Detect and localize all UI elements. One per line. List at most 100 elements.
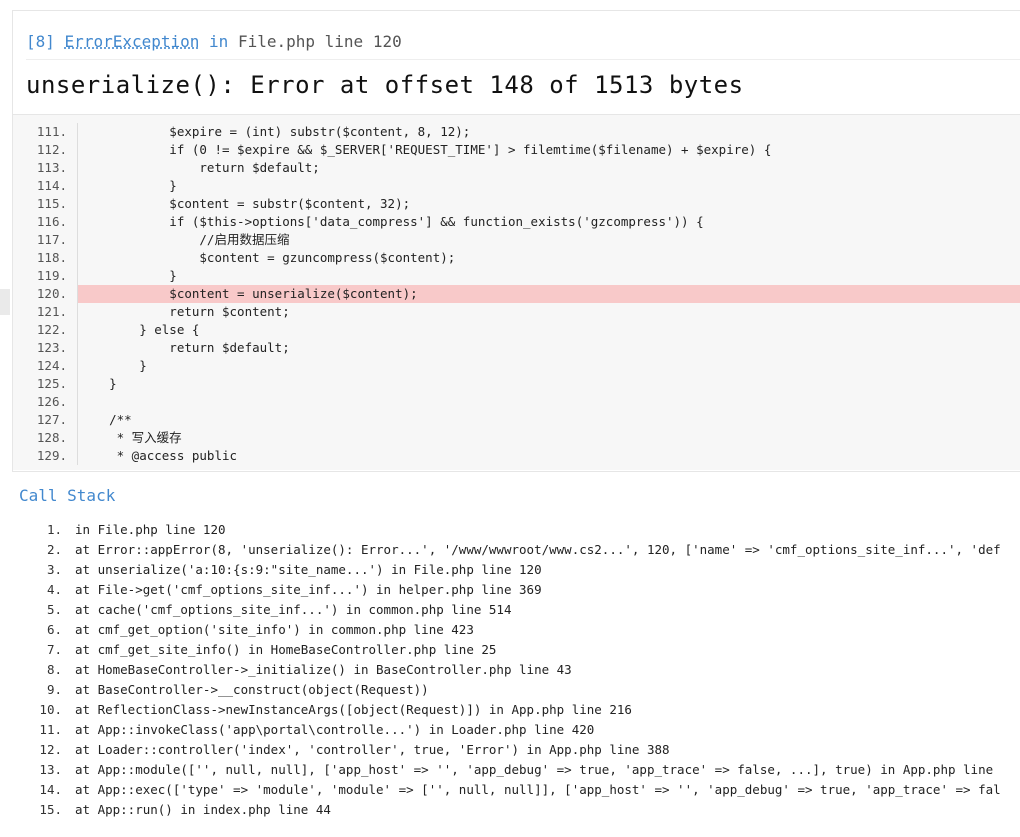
line-code: $expire = (int) substr($content, 8, 12); [79, 124, 471, 139]
call-stack-index: 12. [39, 742, 62, 757]
line-code: $content = substr($content, 32); [79, 196, 411, 211]
code-line: 117. //启用数据压缩 [13, 231, 1020, 249]
gutter-divider [77, 393, 78, 411]
call-stack-item: 9. at BaseController->__construct(object(… [0, 680, 1020, 700]
call-stack-item: 5. at cache('cmf_options_site_inf...') in… [0, 600, 1020, 620]
call-stack-item: 15. at App::run() in index.php line 44 [0, 800, 1020, 820]
line-number: 120. [36, 286, 67, 301]
line-number: 123. [36, 340, 67, 355]
call-stack-frame: at BaseController->__construct(object(Re… [75, 682, 429, 697]
call-stack-frame: at Error::appError(8, 'unserialize(): Er… [75, 542, 1001, 557]
exception-class-link[interactable]: ErrorException [65, 32, 200, 51]
line-number: 121. [36, 304, 67, 319]
gutter-divider [77, 123, 78, 141]
line-code: return $default; [79, 340, 290, 355]
code-line: 111. $expire = (int) substr($content, 8,… [13, 123, 1020, 141]
call-stack-index: 8. [46, 662, 62, 677]
call-stack-frame: at App::exec(['type' => 'module', 'modul… [75, 782, 1001, 797]
call-stack-index: 1. [46, 522, 62, 537]
code-line: 127. /** [13, 411, 1020, 429]
code-line: 119. } [13, 267, 1020, 285]
gutter-divider [77, 177, 78, 195]
code-line: 114. } [13, 177, 1020, 195]
code-line: 116. if ($this->options['data_compress']… [13, 213, 1020, 231]
call-stack-frame: at cmf_get_option('site_info') in common… [75, 622, 474, 637]
call-stack-item: 13. at App::module(['', null, null], ['ap… [0, 760, 1020, 780]
line-code: } else { [79, 322, 200, 337]
call-stack-item: 14. at App::exec(['type' => 'module', 'mo… [0, 780, 1020, 800]
call-stack-frame: at cache('cmf_options_site_inf...') in c… [75, 602, 512, 617]
line-number: 117. [36, 232, 67, 247]
line-code: if (0 != $expire && $_SERVER['REQUEST_TI… [79, 142, 772, 157]
code-line: 115. $content = substr($content, 32); [13, 195, 1020, 213]
call-stack-frame: at App::run() in index.php line 44 [75, 802, 331, 817]
call-stack-frame: at App::module(['', null, null], ['app_h… [75, 762, 994, 777]
gutter-divider [77, 267, 78, 285]
code-line: 120. $content = unserialize($content); [13, 285, 1020, 303]
call-stack-frame: at HomeBaseController->_initialize() in … [75, 662, 572, 677]
call-stack-index: 11. [39, 722, 62, 737]
line-code: $content = gzuncompress($content); [79, 250, 456, 265]
line-code: * 写入缓存 [79, 430, 182, 445]
code-line: 121. return $content; [13, 303, 1020, 321]
code-line: 122. } else { [13, 321, 1020, 339]
line-code: //启用数据压缩 [79, 232, 290, 247]
code-line: 123. return $default; [13, 339, 1020, 357]
code-line: 126. [13, 393, 1020, 411]
call-stack-index: 10. [39, 702, 62, 717]
call-stack-item: 4. at File->get('cmf_options_site_inf...'… [0, 580, 1020, 600]
code-line: 125. } [13, 375, 1020, 393]
code-line: 113. return $default; [13, 159, 1020, 177]
call-stack-item: 11. at App::invokeClass('app\portal\contr… [0, 720, 1020, 740]
line-code: } [79, 178, 177, 193]
exception-panel: [8] ErrorException in File.php line 120 … [12, 10, 1020, 472]
line-number: 127. [36, 412, 67, 427]
call-stack-index: 14. [39, 782, 62, 797]
call-stack-item: 8. at HomeBaseController->_initialize() i… [0, 660, 1020, 680]
gutter-divider [77, 159, 78, 177]
call-stack-title: Call Stack [19, 486, 116, 505]
call-stack-index: 6. [46, 622, 62, 637]
call-stack-index: 7. [46, 642, 62, 657]
code-line: 128. * 写入缓存 [13, 429, 1020, 447]
code-line: 112. if (0 != $expire && $_SERVER['REQUE… [13, 141, 1020, 159]
line-number: 111. [36, 124, 67, 139]
code-line: 129. * @access public [13, 447, 1020, 465]
source-code-block: 111. $expire = (int) substr($content, 8,… [13, 114, 1020, 470]
call-stack-frame: at App::invokeClass('app\portal\controll… [75, 722, 595, 737]
line-code: * @access public [79, 448, 238, 463]
line-code: } [79, 268, 177, 283]
call-stack-frame: at cmf_get_site_info() in HomeBaseContro… [75, 642, 497, 657]
call-stack-index: 13. [39, 762, 62, 777]
header-divider [26, 59, 1020, 60]
call-stack-list: 1. in File.php line 1202. at Error::appErr… [0, 520, 1020, 820]
line-code: } [79, 358, 147, 373]
gutter-divider [77, 447, 78, 465]
line-code: return $content; [79, 304, 290, 319]
gutter-divider [77, 231, 78, 249]
gutter-divider [77, 339, 78, 357]
line-number: 112. [36, 142, 67, 157]
in-word: in [209, 32, 229, 51]
call-stack-index: 15. [39, 802, 62, 817]
call-stack-item: 2. at Error::appError(8, 'unserialize(): … [0, 540, 1020, 560]
call-stack-item: 7. at cmf_get_site_info() in HomeBaseCont… [0, 640, 1020, 660]
error-code: [8] [26, 32, 55, 51]
call-stack-frame: at unserialize('a:10:{s:9:"site_name...'… [75, 562, 542, 577]
line-number: 122. [36, 322, 67, 337]
gutter-divider [77, 285, 78, 303]
gutter-divider [77, 141, 78, 159]
call-stack-index: 4. [46, 582, 62, 597]
line-number: 115. [36, 196, 67, 211]
left-edge-tab [0, 289, 10, 315]
line-code: $content = unserialize($content); [79, 286, 418, 301]
call-stack-frame: in File.php line 120 [75, 522, 226, 537]
gutter-divider [77, 303, 78, 321]
line-code: } [79, 376, 117, 391]
exception-location: File.php line 120 [237, 32, 402, 51]
call-stack-item: 1. in File.php line 120 [0, 520, 1020, 540]
line-number: 114. [36, 178, 67, 193]
call-stack-index: 9. [46, 682, 62, 697]
call-stack-frame: at File->get('cmf_options_site_inf...') … [75, 582, 542, 597]
line-number: 125. [36, 376, 67, 391]
